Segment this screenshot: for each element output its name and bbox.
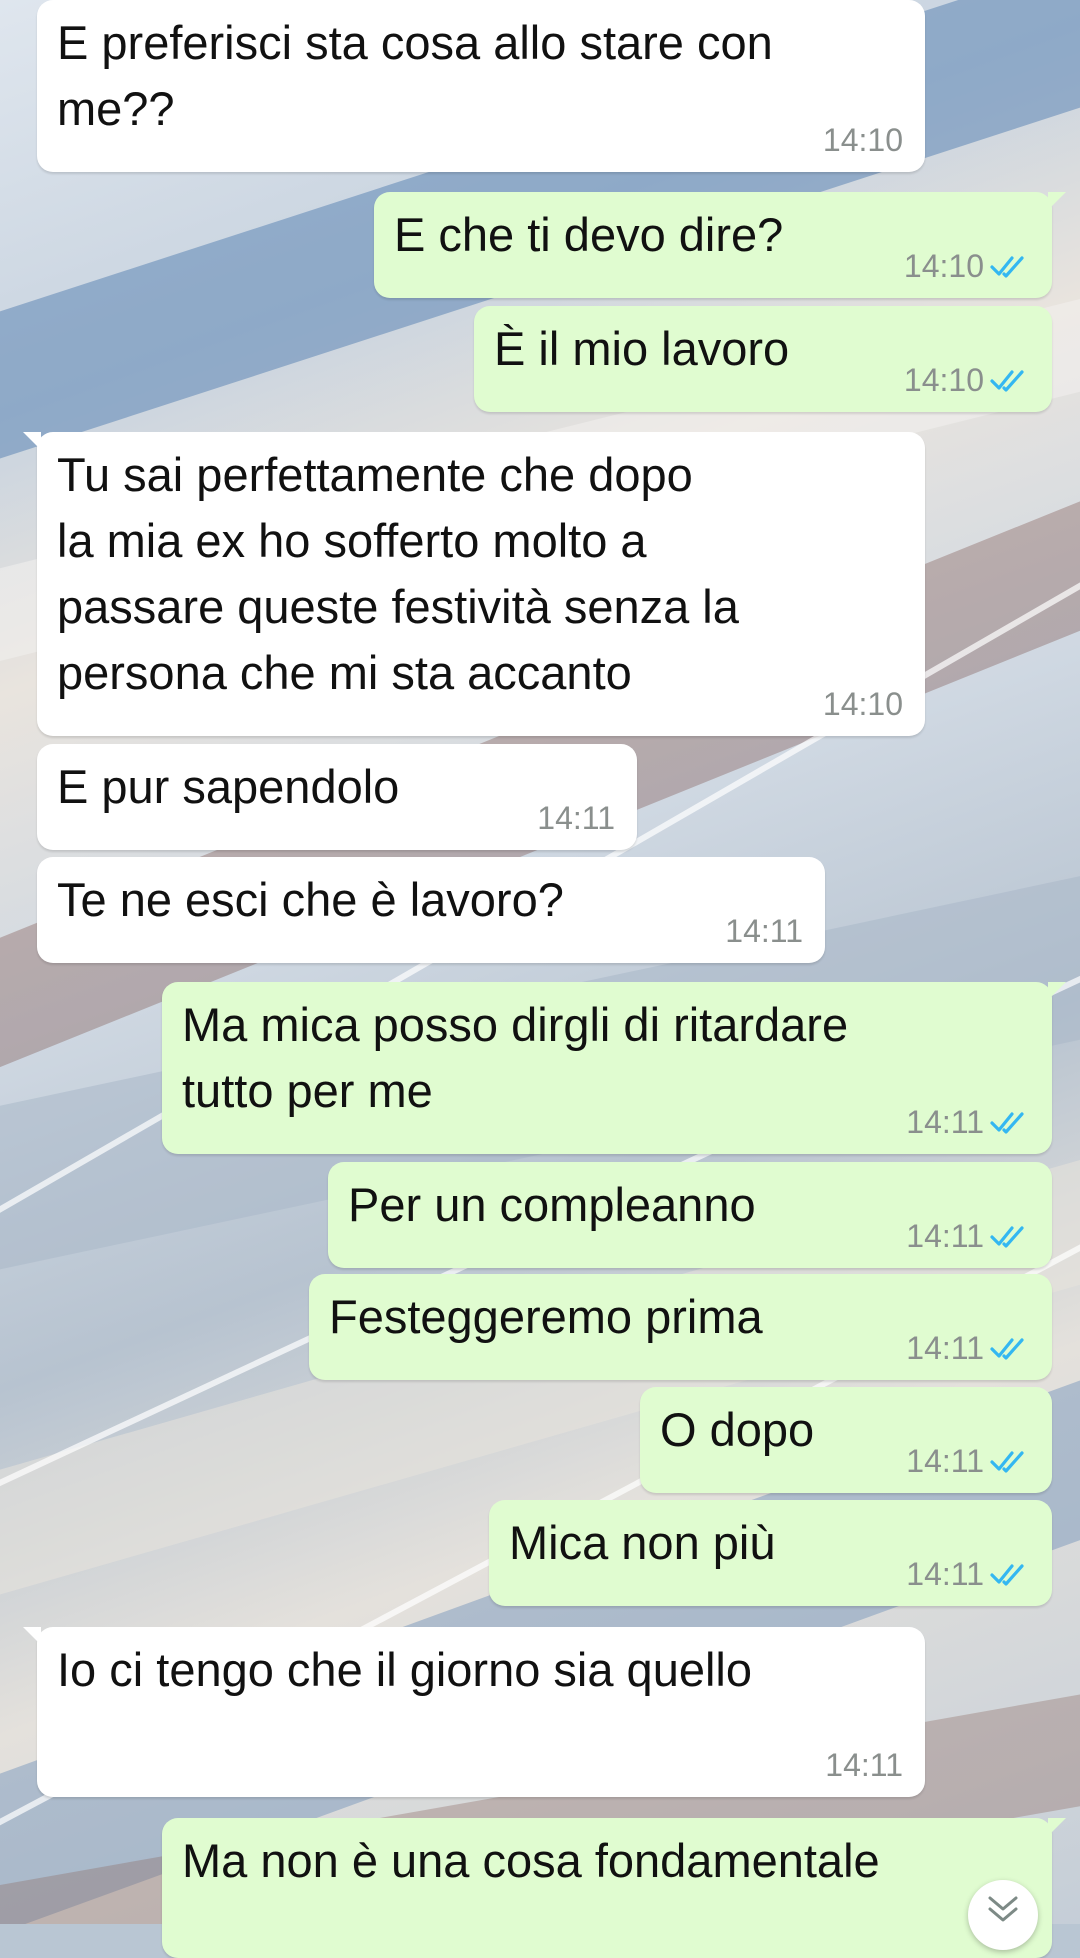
double-check-read-icon [990,1338,1024,1360]
incoming-message[interactable]: E pur sapendolo 14:11 [37,744,637,850]
message-text: E pur sapendolo [57,760,400,813]
message-time: 14:10 [903,362,984,398]
outgoing-message[interactable]: Per un compleanno 14:11 [328,1162,1052,1268]
double-check-read-icon [990,1112,1024,1134]
message-text: Tu sai perfettamente che dopo la mia ex … [57,448,739,699]
outgoing-message[interactable]: Festeggeremo prima 14:11 [309,1274,1052,1380]
outgoing-message[interactable]: Ma non è una cosa fondamentale [162,1818,1066,1958]
message-text: Ma mica posso dirgli di ritardare tutto … [182,998,849,1117]
double-check-read-icon [990,1564,1024,1586]
outgoing-message[interactable]: Mica non più 14:11 [489,1500,1052,1606]
message-time: 14:11 [906,1556,984,1592]
incoming-message[interactable]: Tu sai perfettamente che dopo la mia ex … [23,432,925,736]
message-time: 14:11 [825,1747,903,1783]
incoming-message[interactable]: Io ci tengo che il giorno sia quello 14:… [23,1627,925,1797]
outgoing-message[interactable]: E che ti devo dire? 14:10 [374,192,1066,298]
message-text: E preferisci sta cosa allo stare con me?… [57,16,773,135]
outgoing-message[interactable]: È il mio lavoro 14:10 [474,306,1052,412]
message-time: 14:11 [906,1443,984,1479]
double-check-read-icon [990,256,1024,278]
message-text: Te ne esci che è lavoro? [57,873,564,926]
outgoing-message[interactable]: Ma mica posso dirgli di ritardare tutto … [162,982,1066,1154]
message-time: 14:11 [725,913,803,949]
message-time: 14:10 [903,248,984,284]
message-text: Io ci tengo che il giorno sia quello [57,1643,752,1696]
message-time: 14:11 [906,1218,984,1254]
message-time: 14:11 [906,1104,984,1140]
message-text: Ma non è una cosa fondamentale [182,1834,880,1887]
double-check-read-icon [990,1451,1024,1473]
double-check-read-icon [990,370,1024,392]
double-check-read-icon [990,1226,1024,1248]
scroll-to-bottom-button[interactable] [968,1880,1038,1950]
outgoing-message[interactable]: O dopo 14:11 [640,1387,1052,1493]
message-time: 14:10 [822,122,903,158]
message-list[interactable]: E preferisci sta cosa allo stare con me?… [0,0,1080,1958]
double-chevron-down-icon [988,1896,1018,1922]
message-time: 14:10 [822,686,903,722]
message-time: 14:11 [906,1330,984,1366]
incoming-message[interactable]: Te ne esci che è lavoro? 14:11 [37,857,825,963]
incoming-message[interactable]: E preferisci sta cosa allo stare con me?… [37,0,925,172]
message-time: 14:11 [537,800,615,836]
